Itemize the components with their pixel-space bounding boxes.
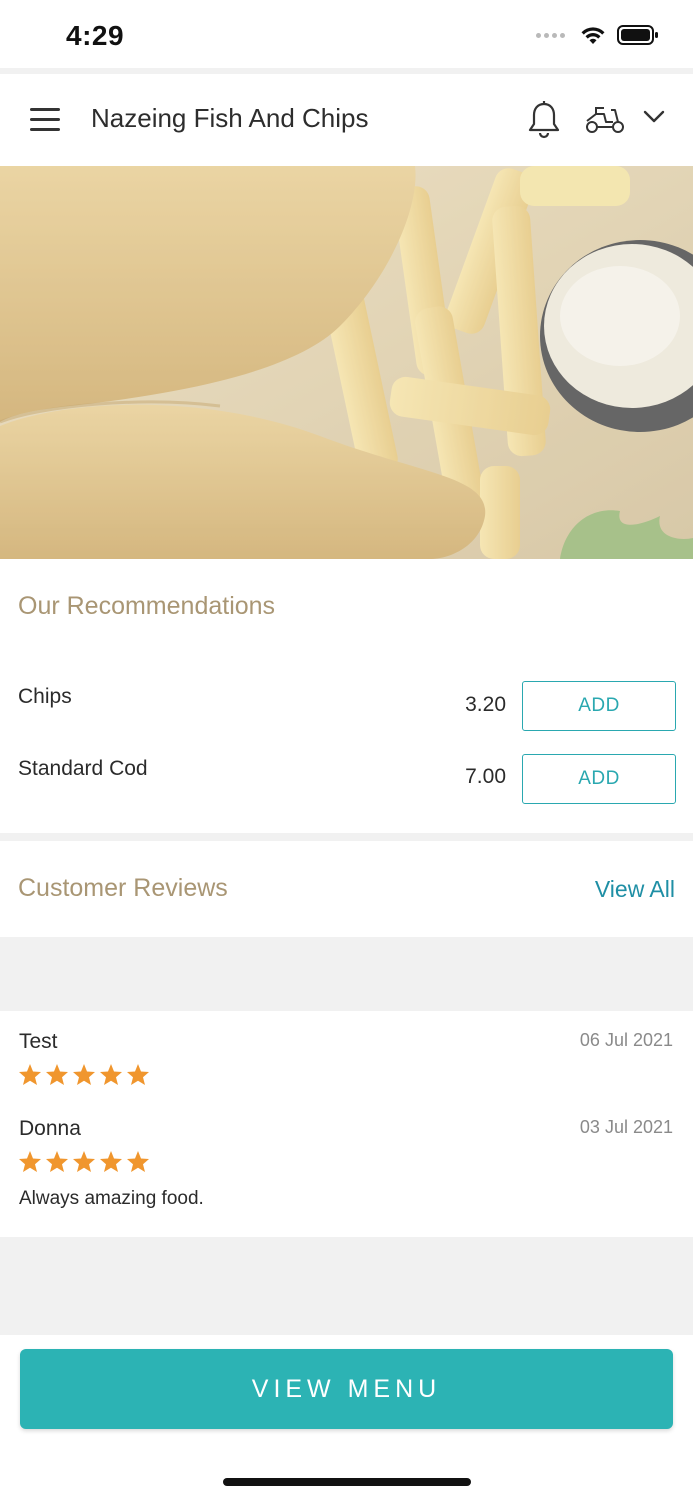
star-icon [100,1151,122,1172]
star-icon [127,1151,149,1172]
star-icon [46,1064,68,1085]
reviews-list: Test 06 Jul 2021 Donna 03 Jul 2021 Alway… [0,1011,693,1237]
add-standard-cod-button[interactable]: ADD [522,754,676,804]
add-chips-button[interactable]: ADD [522,681,676,731]
reviews-header: Customer Reviews View All [0,841,693,937]
hamburger-menu-icon[interactable] [30,108,62,132]
status-time: 4:29 [66,20,125,51]
review-text: Always amazing food. [19,1188,204,1209]
star-icon [100,1064,122,1085]
battery-icon [617,25,658,45]
status-icons [536,24,659,46]
hero-food-image [0,166,693,559]
star-icon [19,1064,41,1085]
star-rating [18,1150,150,1173]
star-icon [19,1151,41,1172]
wifi-icon [581,27,605,44]
star-icon [73,1151,95,1172]
reviewer-name: Donna [19,1117,81,1140]
fish-and-chips-photo [0,166,693,559]
recommendations-section: Our Recommendations Chips 3.20 ADD Stand… [0,559,693,833]
recommendation-price: 7.00 [465,765,506,788]
recommendation-name: Standard Cod [18,757,148,780]
recommendation-name: Chips [18,685,72,708]
star-icon [73,1064,95,1085]
scooter-icon[interactable] [584,104,626,136]
recommendations-title: Our Recommendations [18,592,276,620]
view-menu-button[interactable]: VIEW MENU [20,1349,673,1429]
reviewer-name: Test [19,1030,58,1053]
star-rating [18,1063,150,1086]
review-date: 03 Jul 2021 [579,1117,673,1137]
bell-icon[interactable] [526,100,562,140]
star-icon [46,1151,68,1172]
bottom-bar: VIEW MENU [0,1335,693,1500]
star-icon [127,1064,149,1085]
chevron-down-icon[interactable] [643,110,665,124]
recommendation-price: 3.20 [465,693,506,716]
reviews-title: Customer Reviews [18,874,228,902]
app-header: Nazeing Fish And Chips [0,74,693,166]
status-bar: 4:29 [0,0,693,68]
home-indicator[interactable] [223,1478,471,1486]
review-date: 06 Jul 2021 [579,1030,673,1050]
view-all-reviews-link[interactable]: View All [595,876,675,903]
restaurant-title: Nazeing Fish And Chips [91,103,369,133]
cellular-signal-icon [536,32,565,38]
